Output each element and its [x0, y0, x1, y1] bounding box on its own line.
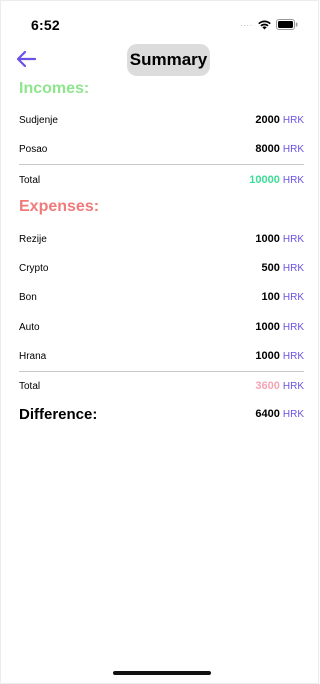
amount-value: 1000 [255, 321, 280, 333]
status-icons: .... [240, 17, 298, 31]
currency-label: HRK [282, 175, 304, 186]
expense-total-amount: 3600 HRK [255, 380, 304, 392]
expense-row: Hrana 1000 HRK [19, 346, 304, 366]
back-button[interactable] [15, 50, 41, 70]
expense-amount: 1000 HRK [255, 350, 304, 362]
currency-label: HRK [282, 351, 304, 362]
currency-label: HRK [282, 381, 304, 392]
currency-label: HRK [282, 409, 304, 420]
expense-amount: 1000 HRK [255, 233, 304, 245]
currency-label: HRK [282, 322, 304, 333]
signal-icon: .... [240, 19, 253, 28]
expense-total-row: Total 3600 HRK [19, 376, 304, 396]
income-total-amount: 10000 HRK [249, 174, 304, 186]
expenses-title: Expenses: [19, 198, 100, 215]
currency-label: HRK [282, 234, 304, 245]
wifi-icon [257, 19, 272, 30]
incomes-title: Incomes: [19, 80, 90, 97]
arrow-left-icon [15, 50, 41, 68]
expense-amount: 500 HRK [262, 262, 304, 274]
income-total-value: 10000 [249, 174, 280, 186]
expense-total-value: 3600 [255, 380, 280, 392]
expense-label: Rezije [19, 233, 47, 245]
home-indicator[interactable] [113, 671, 211, 675]
nav-bar: Summary [1, 41, 318, 79]
expense-label: Bon [19, 291, 37, 303]
expense-amount: 1000 HRK [255, 321, 304, 333]
expense-label: Crypto [19, 262, 49, 274]
currency-label: HRK [282, 144, 304, 155]
amount-value: 500 [261, 262, 280, 274]
expense-label: Hrana [19, 350, 47, 362]
income-row: Sudjenje 2000 HRK [19, 110, 304, 130]
expense-total-label: Total [19, 380, 41, 392]
divider [19, 371, 304, 372]
page-title: Summary [127, 44, 210, 76]
income-total-row: Total 10000 HRK [19, 170, 304, 190]
amount-value: 1000 [255, 233, 280, 245]
summary-screen: 6:52 .... Summary Incomes: Sudjenje 2000… [0, 0, 319, 684]
difference-value: 6400 [255, 408, 280, 420]
difference-amount: 6400 HRK [255, 408, 304, 420]
difference-label: Difference: [19, 406, 98, 423]
expense-row: Crypto 500 HRK [19, 258, 304, 278]
currency-label: HRK [282, 263, 304, 274]
income-row: Posao 8000 HRK [19, 139, 304, 159]
income-total-label: Total [19, 174, 41, 186]
battery-icon [276, 18, 298, 30]
income-label: Sudjenje [19, 114, 58, 126]
status-bar: 6:52 .... [1, 1, 318, 37]
divider [19, 164, 304, 165]
income-label: Posao [19, 143, 48, 155]
amount-value: 100 [261, 291, 280, 303]
expense-row: Rezije 1000 HRK [19, 229, 304, 249]
income-amount: 2000 HRK [255, 114, 304, 126]
currency-label: HRK [282, 292, 304, 303]
expense-label: Auto [19, 321, 40, 333]
amount-value: 1000 [255, 350, 280, 362]
expense-row: Bon 100 HRK [19, 287, 304, 307]
status-time: 6:52 [31, 17, 60, 33]
expense-row: Auto 1000 HRK [19, 317, 304, 337]
amount-value: 8000 [255, 143, 280, 155]
income-amount: 8000 HRK [255, 143, 304, 155]
currency-label: HRK [282, 115, 304, 126]
expense-amount: 100 HRK [262, 291, 304, 303]
amount-value: 2000 [255, 114, 280, 126]
